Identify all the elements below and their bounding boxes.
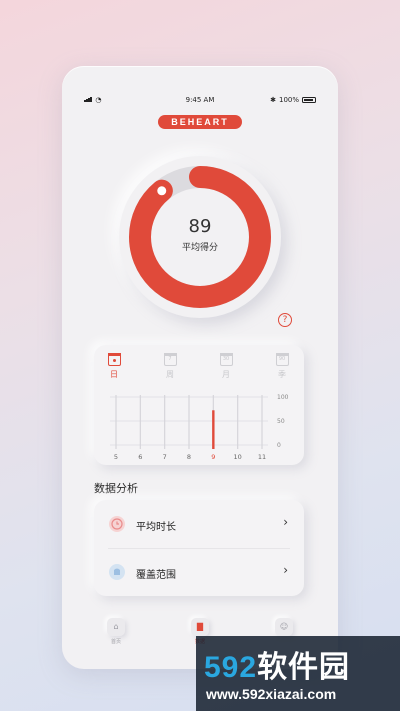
battery-percent: 100% (278, 96, 299, 104)
profile-icon: ☺ (275, 618, 293, 636)
y-tick-label: 50 (277, 418, 285, 425)
nav-profile[interactable]: ☺ (272, 618, 296, 638)
gauge-knob (154, 183, 170, 199)
watermark-logo: 592软件园 (204, 651, 351, 684)
score-bar-chart: 5 6 7 8 9 10 11 100 50 0 (110, 394, 289, 461)
score-label: 平均得分 (181, 243, 218, 253)
chevron-right-icon: › (283, 515, 288, 529)
chevron-right-icon: › (283, 563, 288, 577)
x-tick-label: 6 (138, 453, 142, 461)
section-title: 数据分析 (94, 482, 138, 495)
battery-icon (302, 97, 316, 103)
y-tick-label: 100 (277, 394, 289, 401)
phone-screen: ◔ 9:45 AM ✱ 100% BEHEART 89 平均得分 ? 日 7 周… (62, 66, 338, 669)
nav-home-label: 首页 (110, 639, 121, 645)
y-tick-label: 0 (277, 442, 281, 449)
analysis-item-label: 覆盖范围 (136, 570, 176, 581)
watermark-url: www.592xiazai.com (206, 686, 337, 702)
x-tick-label: 8 (187, 453, 191, 461)
trend-card: 日 7 周 30 月 90 季 5 6 7 8 9 10 11 100 50 0 (94, 345, 304, 465)
x-tick-label: 9 (211, 453, 215, 461)
nav-home[interactable]: ⌂ 首页 (104, 618, 128, 645)
x-tick-label: 7 (163, 453, 167, 461)
brand-logo: BEHEART (158, 115, 242, 129)
analysis-item-coverage[interactable]: 覆盖范围 › (94, 548, 304, 596)
score-value: 89 (188, 216, 212, 237)
x-tick-label: 5 (114, 453, 118, 461)
home-icon: ⌂ (107, 618, 125, 636)
x-tick-label: 11 (258, 453, 266, 461)
bluetooth-icon: ✱ (270, 96, 276, 104)
coverage-icon (109, 564, 125, 580)
analysis-item-label: 平均时长 (136, 522, 176, 533)
score-gauge: 89 平均得分 (119, 156, 281, 318)
analysis-card: 平均时长 › 覆盖范围 › (94, 500, 304, 596)
help-icon[interactable]: ? (278, 313, 292, 327)
analysis-item-duration[interactable]: 平均时长 › (94, 500, 304, 548)
chart-bar (212, 410, 215, 449)
chart-icon: ▇ (191, 618, 209, 636)
x-tick-label: 10 (234, 453, 242, 461)
site-watermark: 592软件园 www.592xiazai.com (196, 636, 400, 711)
clock-icon (109, 516, 125, 532)
status-bar: ◔ 9:45 AM ✱ 100% (62, 95, 338, 107)
